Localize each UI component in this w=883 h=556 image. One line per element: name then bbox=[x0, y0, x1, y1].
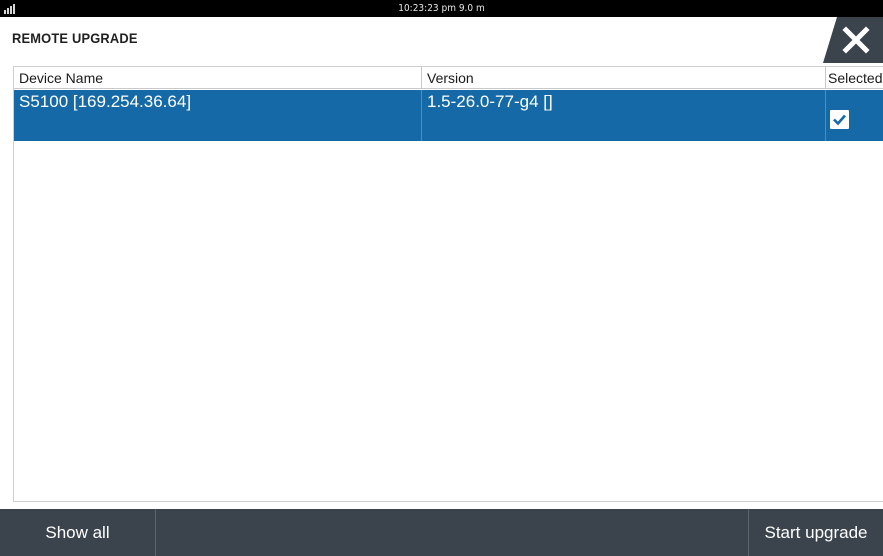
status-time-depth: 10:23:23 pm 9.0 m bbox=[398, 3, 485, 14]
device-table: Device Name Version Selected S5100 [169.… bbox=[13, 66, 883, 502]
dialog-header: REMOTE UPGRADE bbox=[0, 17, 883, 63]
column-header-version: Version bbox=[421, 67, 825, 88]
selected-cell bbox=[825, 90, 883, 141]
close-icon bbox=[823, 17, 883, 63]
column-header-device-name: Device Name bbox=[19, 70, 104, 86]
column-header-selected: Selected bbox=[825, 67, 883, 88]
table-header: Device Name Version Selected bbox=[14, 67, 883, 89]
close-button[interactable] bbox=[823, 17, 883, 63]
soft-key-bar: Show all Start upgrade bbox=[0, 509, 883, 556]
page-title: REMOTE UPGRADE bbox=[12, 30, 138, 46]
device-name-cell: S5100 [169.254.36.64] bbox=[19, 92, 192, 111]
selected-checkbox[interactable] bbox=[830, 110, 849, 129]
status-bar: 10:23:23 pm 9.0 m bbox=[0, 0, 883, 17]
table-row[interactable]: S5100 [169.254.36.64] 1.5-26.0-77-g4 [] bbox=[14, 90, 883, 141]
checkmark-icon bbox=[833, 114, 846, 126]
show-all-button[interactable]: Show all bbox=[0, 509, 156, 556]
start-upgrade-button[interactable]: Start upgrade bbox=[748, 509, 883, 556]
version-cell: 1.5-26.0-77-g4 [] bbox=[421, 90, 825, 141]
